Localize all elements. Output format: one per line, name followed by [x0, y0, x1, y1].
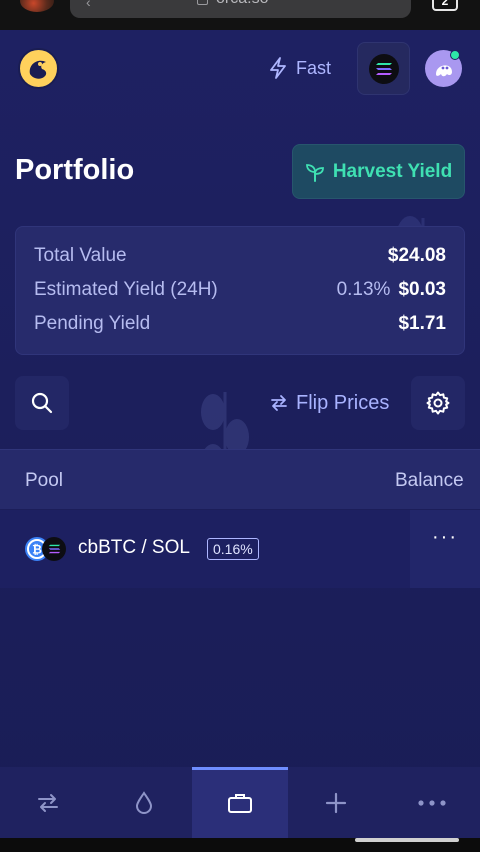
- url-text: orca.so: [216, 0, 268, 8]
- connected-status-dot: [450, 50, 460, 60]
- total-value: $24.08: [387, 245, 446, 266]
- nav-portfolio[interactable]: [192, 767, 288, 838]
- estimated-yield-value: $0.03: [398, 279, 446, 300]
- nav-liquidity[interactable]: [96, 767, 192, 838]
- nav-add[interactable]: [288, 767, 384, 838]
- estimated-yield-label: Estimated Yield (24H): [34, 279, 218, 300]
- positions-table-header: Pool Balance: [0, 449, 480, 509]
- orca-logo-icon[interactable]: [18, 48, 59, 89]
- portfolio-briefcase-icon: [228, 793, 252, 813]
- page-title: Portfolio: [15, 154, 135, 186]
- pending-yield-row: Pending Yield $1.71: [34, 312, 446, 336]
- add-plus-icon: [325, 792, 347, 813]
- total-value-label: Total Value: [34, 245, 127, 266]
- browser-bar: ‹ orca.so 2: [0, 0, 480, 30]
- row-more-options-button[interactable]: ···: [410, 510, 480, 588]
- url-bar[interactable]: ‹ orca.so: [70, 0, 411, 18]
- settings-button[interactable]: [411, 376, 465, 430]
- tabs-count-button[interactable]: 2: [432, 0, 458, 11]
- speed-label: Fast: [296, 57, 332, 78]
- nav-more[interactable]: [384, 767, 480, 838]
- harvest-yield-button[interactable]: Harvest Yield: [292, 144, 465, 199]
- pending-yield-label: Pending Yield: [34, 313, 151, 334]
- back-chevron-icon[interactable]: ‹: [86, 0, 91, 10]
- transaction-speed-button[interactable]: Fast: [268, 55, 331, 81]
- portfolio-summary-card: Total Value $24.08 Estimated Yield (24H)…: [15, 226, 465, 355]
- column-header-balance[interactable]: Balance: [395, 470, 464, 492]
- swap-icon: [38, 793, 58, 812]
- search-button[interactable]: [15, 376, 69, 430]
- column-header-pool[interactable]: Pool: [25, 470, 63, 492]
- liquidity-drop-icon: [135, 790, 153, 814]
- solana-icon: [42, 537, 66, 561]
- flip-prices-button[interactable]: Flip Prices: [270, 390, 389, 416]
- app-header: Fast: [0, 30, 480, 108]
- pool-pair-label: cbBTC / SOL: [78, 537, 190, 558]
- pair-token-icons: ₿: [25, 537, 67, 561]
- lightning-bolt-icon: [270, 57, 286, 79]
- sprout-icon: [305, 163, 324, 182]
- gear-icon: [426, 391, 450, 415]
- bottom-navigation: [0, 767, 480, 838]
- more-horizontal-icon: ···: [432, 526, 458, 548]
- swap-arrows-icon: [271, 395, 287, 411]
- svg-text:₿: ₿: [32, 543, 42, 557]
- table-row[interactable]: ₿ cbBTC / SOL 0.16%: [0, 510, 480, 588]
- nav-swap[interactable]: [0, 767, 96, 838]
- more-icon: [418, 799, 446, 806]
- estimated-yield-percent: 0.13%: [336, 279, 391, 300]
- browser-profile-avatar[interactable]: [20, 0, 54, 12]
- total-value-row: Total Value $24.08: [34, 244, 446, 268]
- solana-icon: [368, 53, 399, 84]
- lock-icon: [197, 0, 208, 5]
- app-container: Fast Portfolio Harvest Yield Total Value…: [0, 30, 480, 838]
- pending-yield-value: $1.71: [398, 313, 446, 334]
- fee-tier-badge: 0.16%: [207, 538, 259, 560]
- flip-prices-label: Flip Prices: [296, 391, 390, 414]
- home-indicator-bar[interactable]: [355, 838, 459, 842]
- harvest-yield-label: Harvest Yield: [332, 160, 453, 182]
- network-selector-button[interactable]: [357, 42, 410, 95]
- estimated-yield-row: Estimated Yield (24H) 0.13% $0.03: [34, 278, 446, 302]
- search-icon: [31, 392, 53, 414]
